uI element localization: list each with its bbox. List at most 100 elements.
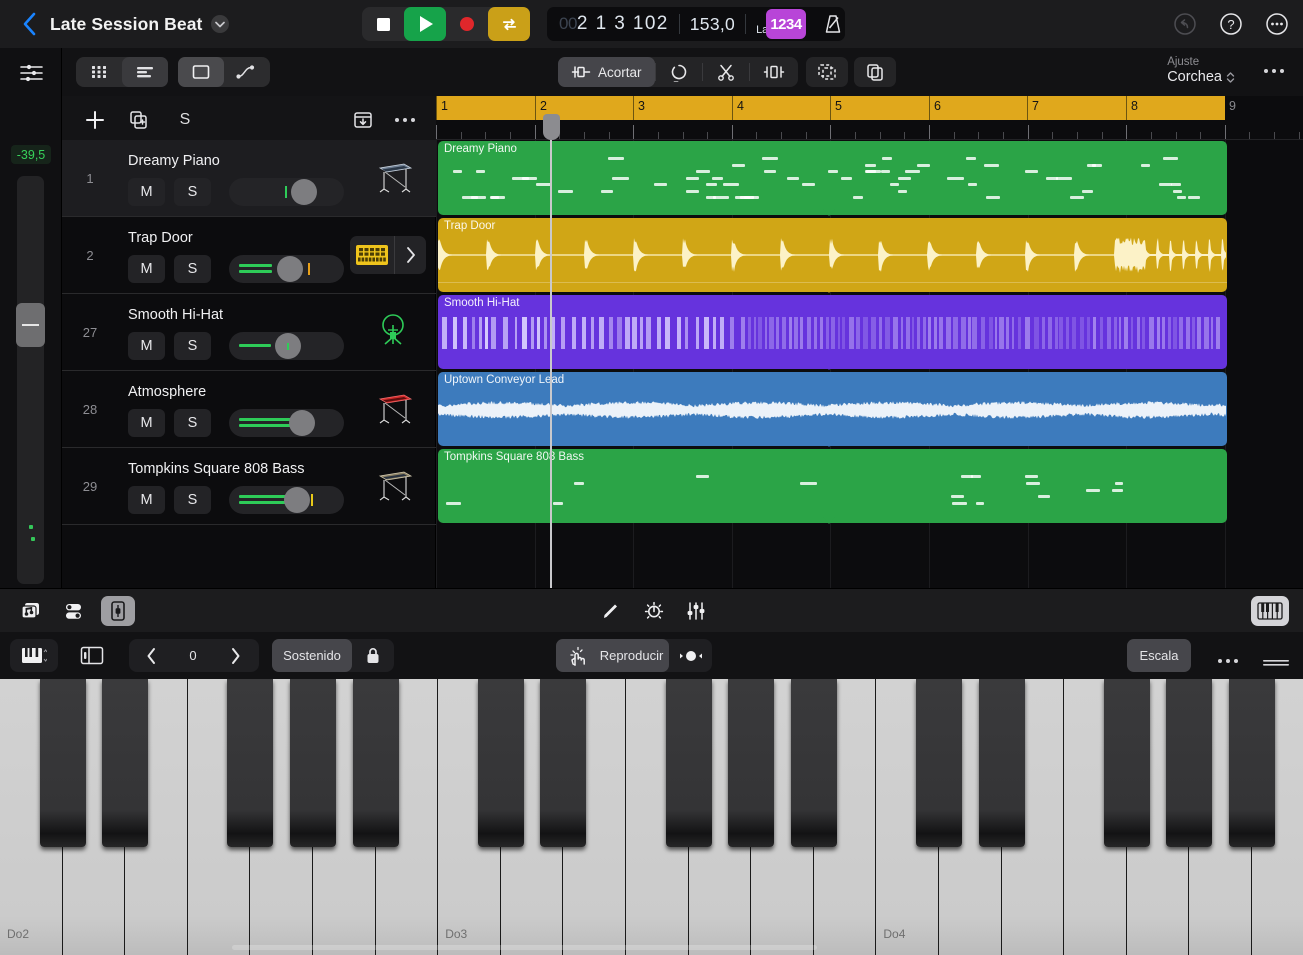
piano-black-key[interactable] bbox=[540, 679, 586, 847]
drum-machine-icon[interactable] bbox=[350, 236, 394, 274]
volume-knob[interactable] bbox=[284, 487, 310, 513]
knob-button[interactable] bbox=[637, 596, 671, 626]
undo-icon[interactable] bbox=[1173, 12, 1197, 36]
stop-button[interactable] bbox=[362, 7, 404, 41]
solo-button[interactable]: S bbox=[174, 409, 211, 437]
plugin-button[interactable] bbox=[101, 596, 135, 626]
back-button[interactable] bbox=[14, 0, 44, 48]
faders-button[interactable] bbox=[680, 596, 714, 626]
region-uptown-conveyor-lead[interactable]: Uptown Conveyor Lead bbox=[438, 372, 1227, 446]
piano-black-key[interactable] bbox=[916, 679, 962, 847]
metronome-button[interactable] bbox=[812, 7, 854, 41]
piano-black-key[interactable] bbox=[1166, 679, 1212, 847]
select-regions-button[interactable] bbox=[806, 57, 848, 87]
volume-fader-track[interactable] bbox=[17, 176, 44, 584]
track-controls-button[interactable] bbox=[58, 596, 92, 626]
keyboard-scrollbar[interactable] bbox=[232, 945, 817, 950]
track-row-1[interactable]: 1 Dreamy Piano M S bbox=[62, 140, 436, 217]
piano-black-key[interactable] bbox=[40, 679, 86, 847]
glissando-button[interactable] bbox=[669, 639, 712, 672]
playhead-handle[interactable] bbox=[543, 114, 560, 140]
region-trap-door[interactable]: Trap Door bbox=[438, 218, 1227, 292]
instrument-detail-button[interactable] bbox=[394, 236, 426, 274]
region-edit-button[interactable] bbox=[178, 57, 224, 87]
mute-button[interactable]: M bbox=[128, 486, 165, 514]
automation-button[interactable] bbox=[224, 57, 270, 87]
volume-knob[interactable] bbox=[277, 256, 303, 282]
volume-knob[interactable] bbox=[289, 410, 315, 436]
view-tracks-button[interactable] bbox=[122, 57, 168, 87]
split-button[interactable] bbox=[703, 57, 749, 87]
piano-icon[interactable] bbox=[374, 159, 426, 198]
mute-button[interactable]: M bbox=[128, 178, 165, 206]
track-volume-slider[interactable] bbox=[229, 332, 344, 360]
piano-black-key[interactable] bbox=[728, 679, 774, 847]
piano-black-key[interactable] bbox=[353, 679, 399, 847]
help-icon[interactable]: ? bbox=[1219, 12, 1243, 36]
piano-black-key[interactable] bbox=[478, 679, 524, 847]
piano-black-key[interactable] bbox=[1104, 679, 1150, 847]
loop-region-button[interactable] bbox=[656, 57, 702, 87]
octave-up-button[interactable] bbox=[213, 639, 257, 672]
solo-button[interactable]: S bbox=[174, 178, 211, 206]
mute-button[interactable]: M bbox=[128, 255, 165, 283]
trim-button[interactable]: Acortar bbox=[558, 57, 655, 87]
track-volume-slider[interactable] bbox=[229, 178, 344, 206]
solo-button[interactable]: S bbox=[174, 332, 211, 360]
arpeggiator-button[interactable]: Reproducir bbox=[556, 639, 669, 672]
resize-handle[interactable] bbox=[1261, 648, 1291, 678]
solo-button[interactable]: S bbox=[174, 255, 211, 283]
split-layout-icon[interactable] bbox=[72, 639, 112, 672]
record-button[interactable] bbox=[446, 7, 488, 41]
piano-black-key[interactable] bbox=[1229, 679, 1275, 847]
toolbar-more-button[interactable] bbox=[1263, 62, 1285, 80]
piano-black-key[interactable] bbox=[290, 679, 336, 847]
archive-button[interactable] bbox=[348, 105, 378, 135]
flex-button[interactable] bbox=[750, 57, 798, 87]
timeline[interactable]: 1 2 3 4 5 6 7 8 9 Dreamy Piano Trap Door… bbox=[436, 96, 1303, 588]
track-volume-slider[interactable] bbox=[229, 486, 344, 514]
keyboard-toggle-button[interactable] bbox=[1251, 596, 1289, 626]
keyboard-icon[interactable] bbox=[374, 390, 426, 429]
volume-fader-knob[interactable] bbox=[16, 303, 45, 347]
cycle-button[interactable] bbox=[488, 7, 530, 41]
loops-browser-button[interactable] bbox=[14, 596, 48, 626]
piano-black-key[interactable] bbox=[227, 679, 273, 847]
track-row-2[interactable]: 2 Trap Door M S bbox=[62, 217, 436, 294]
track-volume-slider[interactable] bbox=[229, 255, 344, 283]
mute-button[interactable]: M bbox=[128, 409, 165, 437]
track-headers-more-button[interactable] bbox=[390, 105, 420, 135]
duplicate-track-button[interactable] bbox=[124, 105, 154, 135]
piano-black-key[interactable] bbox=[102, 679, 148, 847]
view-browser-button[interactable] bbox=[76, 57, 122, 87]
piano-icon[interactable] bbox=[374, 467, 426, 506]
count-in-button[interactable]: 1234 bbox=[766, 9, 806, 39]
solo-all-button[interactable]: S bbox=[170, 105, 200, 135]
track-volume-slider[interactable] bbox=[229, 409, 344, 437]
piano-black-key[interactable] bbox=[666, 679, 712, 847]
region-dreamy-piano[interactable]: Dreamy Piano bbox=[438, 141, 1227, 215]
keys-icon[interactable] bbox=[10, 639, 58, 672]
mute-button[interactable]: M bbox=[128, 332, 165, 360]
piano-keyboard[interactable]: Do2Do3Do4 bbox=[0, 679, 1303, 955]
drum-kit-icon[interactable] bbox=[374, 313, 426, 352]
sliders-icon[interactable] bbox=[19, 60, 44, 90]
ruler[interactable]: 1 2 3 4 5 6 7 8 9 bbox=[436, 96, 1303, 120]
piano-black-key[interactable] bbox=[791, 679, 837, 847]
scale-button[interactable]: Escala bbox=[1127, 639, 1191, 672]
sustain-lock-button[interactable] bbox=[352, 639, 394, 672]
track-row-29[interactable]: 29 Tompkins Square 808 Bass M S bbox=[62, 448, 436, 525]
more-circle-icon[interactable] bbox=[1265, 12, 1289, 36]
snap-control[interactable]: Ajuste Corchea bbox=[1167, 55, 1235, 86]
duplicate-button[interactable] bbox=[854, 57, 896, 87]
region-smooth-hi-hat[interactable]: Smooth Hi-Hat bbox=[438, 295, 1227, 369]
add-track-button[interactable] bbox=[80, 105, 110, 135]
track-row-28[interactable]: 28 Atmosphere M S bbox=[62, 371, 436, 448]
keyboard-more-button[interactable] bbox=[1215, 646, 1241, 676]
chevron-down-icon[interactable] bbox=[211, 15, 229, 33]
piano-black-key[interactable] bbox=[979, 679, 1025, 847]
solo-button[interactable]: S bbox=[174, 486, 211, 514]
play-button[interactable] bbox=[404, 7, 446, 41]
sustain-button[interactable]: Sostenido bbox=[272, 639, 352, 672]
pencil-button[interactable] bbox=[594, 596, 628, 626]
